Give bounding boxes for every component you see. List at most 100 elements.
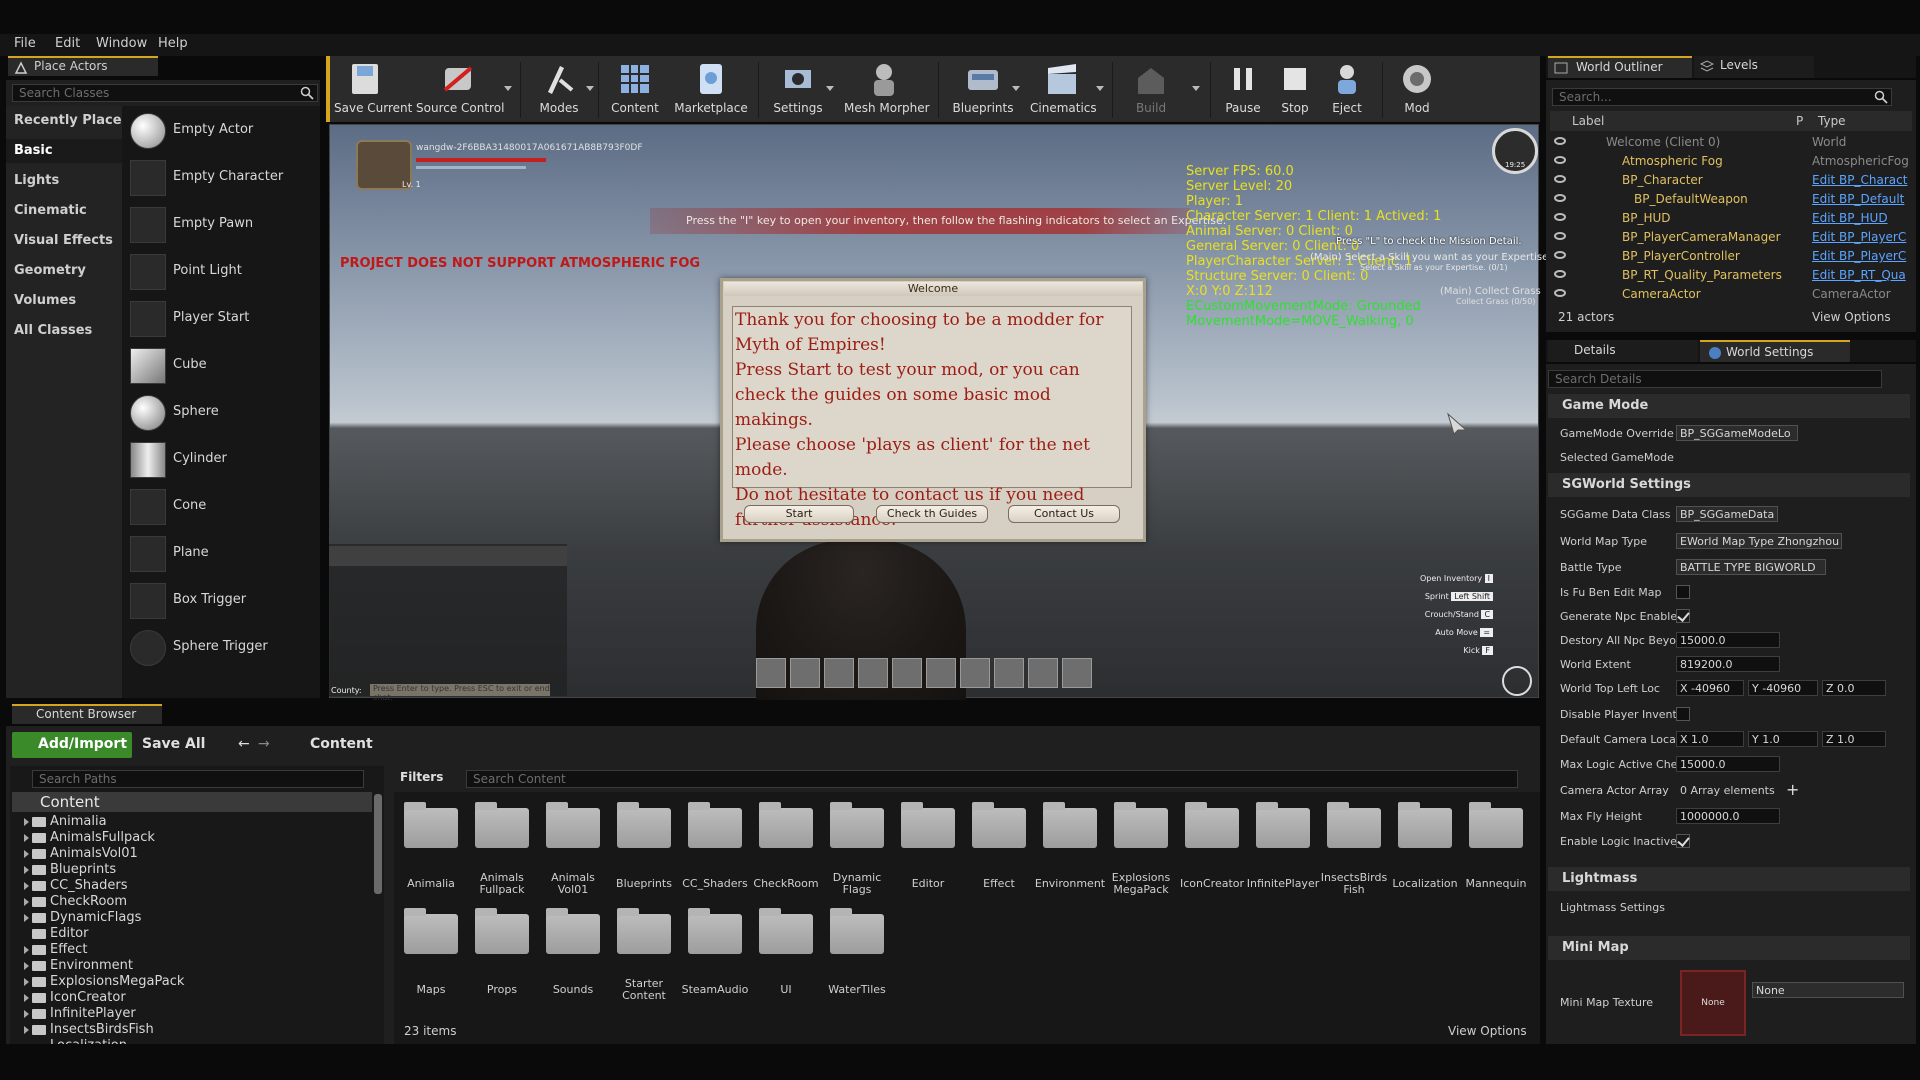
expand-arrow-icon[interactable] xyxy=(24,946,29,954)
section-lightmass[interactable]: Lightmass xyxy=(1548,867,1910,891)
category-all-classes[interactable]: All Classes xyxy=(14,323,92,338)
hotbar-slot[interactable] xyxy=(1062,658,1092,688)
blueprints-button[interactable]: Blueprints xyxy=(950,60,1016,120)
hotbar-slot[interactable] xyxy=(960,658,990,688)
column-p[interactable]: P xyxy=(1796,114,1803,128)
tree-folder[interactable]: InsectsBirdsFish xyxy=(50,1022,154,1037)
folder-tile[interactable]: UI xyxy=(753,906,819,1004)
minimap-texture-thumbnail[interactable]: None xyxy=(1680,970,1746,1036)
tab-world-settings[interactable]: World Settings xyxy=(1700,340,1850,362)
content-view-options-button[interactable]: View Options xyxy=(1448,1024,1527,1038)
top-left-z-field[interactable]: Z 0.0 xyxy=(1822,680,1886,696)
stop-button[interactable]: Stop xyxy=(1272,60,1318,120)
tab-place-actors[interactable]: Place Actors xyxy=(8,56,158,76)
add-element-icon[interactable]: + xyxy=(1786,780,1799,799)
tree-folder[interactable]: Blueprints xyxy=(50,862,116,877)
outliner-row[interactable]: BP_HUD Edit BP_HUD xyxy=(1550,209,1912,228)
tree-folder[interactable]: AnimalsFullpack xyxy=(50,830,155,845)
visibility-eye-icon[interactable] xyxy=(1554,232,1566,240)
category-visual-effects[interactable]: Visual Effects xyxy=(14,233,113,248)
menu-icon[interactable] xyxy=(1502,666,1532,696)
save-current-button[interactable]: Save Current xyxy=(334,60,412,120)
battle-type-select[interactable]: BATTLE TYPE BIGWORLD xyxy=(1676,559,1826,575)
settings-dropdown-icon[interactable] xyxy=(826,86,834,91)
chat-input[interactable]: Press Enter to type. Press ESC to exit o… xyxy=(370,684,550,702)
tree-folder[interactable]: InfinitePlayer xyxy=(50,1006,136,1021)
folder-tile[interactable]: Sounds xyxy=(540,906,606,1004)
visibility-eye-icon[interactable] xyxy=(1554,175,1566,183)
category-cinematic[interactable]: Cinematic xyxy=(14,203,87,218)
folder-tile[interactable]: Mannequin xyxy=(1463,800,1529,898)
tab-details[interactable]: Details xyxy=(1548,340,1698,362)
cinematics-dropdown-icon[interactable] xyxy=(1096,86,1104,91)
world-extent-field[interactable]: 819200.0 xyxy=(1676,656,1780,672)
folder-tile[interactable]: IconCreator xyxy=(1179,800,1245,898)
expand-arrow-icon[interactable] xyxy=(24,866,29,874)
expand-arrow-icon[interactable] xyxy=(24,978,29,986)
content-button[interactable]: Content xyxy=(610,60,660,120)
tree-folder[interactable]: AnimalsVol01 xyxy=(50,846,138,861)
expand-arrow-icon[interactable] xyxy=(24,834,29,842)
tree-folder[interactable]: Editor xyxy=(50,926,88,941)
category-recently-placed[interactable]: Recently Placed xyxy=(14,113,131,128)
tree-folder[interactable]: ExplosionsMegaPack xyxy=(50,974,184,989)
search-classes-input[interactable]: Search Classes xyxy=(12,84,318,102)
max-logic-field[interactable]: 15000.0 xyxy=(1676,756,1780,772)
outliner-row[interactable]: BP_PlayerCameraManager Edit BP_PlayerC xyxy=(1550,228,1912,247)
search-icon[interactable] xyxy=(300,86,314,100)
actor-item-sphere-trigger[interactable]: Sphere Trigger xyxy=(130,628,320,668)
actor-item-sphere[interactable]: Sphere xyxy=(130,393,320,433)
camera-y-field[interactable]: Y 1.0 xyxy=(1748,731,1818,747)
folder-tile[interactable]: Animals Fullpack xyxy=(469,800,535,898)
build-button[interactable]: Build xyxy=(1128,60,1174,120)
folder-tile[interactable]: Animalia xyxy=(398,800,464,898)
actor-item-cube[interactable]: Cube xyxy=(130,346,320,386)
source-control-button[interactable]: Source Control xyxy=(416,60,504,120)
tree-folder[interactable]: DynamicFlags xyxy=(50,910,141,925)
outliner-row-type-link[interactable]: Edit BP_Default xyxy=(1812,192,1908,206)
camera-x-field[interactable]: X 1.0 xyxy=(1676,731,1744,747)
expand-arrow-icon[interactable] xyxy=(24,882,29,890)
column-label[interactable]: Label xyxy=(1572,114,1604,128)
section-mini-map[interactable]: Mini Map xyxy=(1548,936,1910,960)
category-volumes[interactable]: Volumes xyxy=(14,293,76,308)
menu-help[interactable]: Help xyxy=(158,36,188,51)
enable-logic-inactive-checkbox[interactable] xyxy=(1676,834,1690,848)
gamemode-override-select[interactable]: BP_SGGameModeLo xyxy=(1676,425,1798,441)
build-dropdown-icon[interactable] xyxy=(1192,86,1200,91)
hotbar-slot[interactable] xyxy=(892,658,922,688)
visibility-eye-icon[interactable] xyxy=(1554,213,1566,221)
folder-tile[interactable]: CC_Shaders xyxy=(682,800,748,898)
chat-channel-bar[interactable] xyxy=(329,546,567,566)
eject-button[interactable]: Eject xyxy=(1324,60,1370,120)
filters-button[interactable]: Filters xyxy=(400,770,443,784)
outliner-row[interactable]: BP_Character Edit BP_Charact xyxy=(1550,171,1912,190)
prop-world-top-left[interactable]: World Top Left Loc xyxy=(1560,682,1678,695)
category-basic[interactable]: Basic xyxy=(14,143,53,158)
contact-us-button[interactable]: Contact Us xyxy=(1008,505,1120,523)
folder-tile[interactable]: Animals Vol01 xyxy=(540,800,606,898)
world-map-type-select[interactable]: EWorld Map Type Zhongzhou xyxy=(1676,533,1842,549)
visibility-eye-icon[interactable] xyxy=(1554,289,1566,297)
search-icon[interactable] xyxy=(1874,90,1888,104)
expand-arrow-icon[interactable] xyxy=(24,850,29,858)
modes-dropdown-icon[interactable] xyxy=(586,86,594,91)
minimap[interactable]: 19:25 xyxy=(1492,128,1538,174)
tab-world-outliner[interactable]: World Outliner xyxy=(1548,56,1692,78)
folder-tile[interactable]: Editor xyxy=(895,800,961,898)
tree-root-row[interactable]: Content xyxy=(12,792,372,812)
actor-item-player-start[interactable]: Player Start xyxy=(130,299,320,339)
expand-arrow-icon[interactable] xyxy=(24,898,29,906)
blueprints-dropdown-icon[interactable] xyxy=(1012,86,1020,91)
destroy-npc-field[interactable]: 15000.0 xyxy=(1676,632,1780,648)
top-left-x-field[interactable]: X -40960 xyxy=(1676,680,1744,696)
fuben-edit-map-checkbox[interactable] xyxy=(1676,585,1690,599)
outliner-row[interactable]: BP_DefaultWeapon Edit BP_Default xyxy=(1550,190,1912,209)
visibility-eye-icon[interactable] xyxy=(1554,156,1566,164)
hotbar-slot[interactable] xyxy=(926,658,956,688)
column-type[interactable]: Type xyxy=(1818,114,1846,128)
expand-arrow-icon[interactable] xyxy=(24,962,29,970)
prop-selected-gamemode[interactable]: Selected GameMode xyxy=(1560,451,1678,464)
generate-npc-checkbox[interactable] xyxy=(1676,609,1690,623)
visibility-eye-icon[interactable] xyxy=(1554,137,1566,145)
